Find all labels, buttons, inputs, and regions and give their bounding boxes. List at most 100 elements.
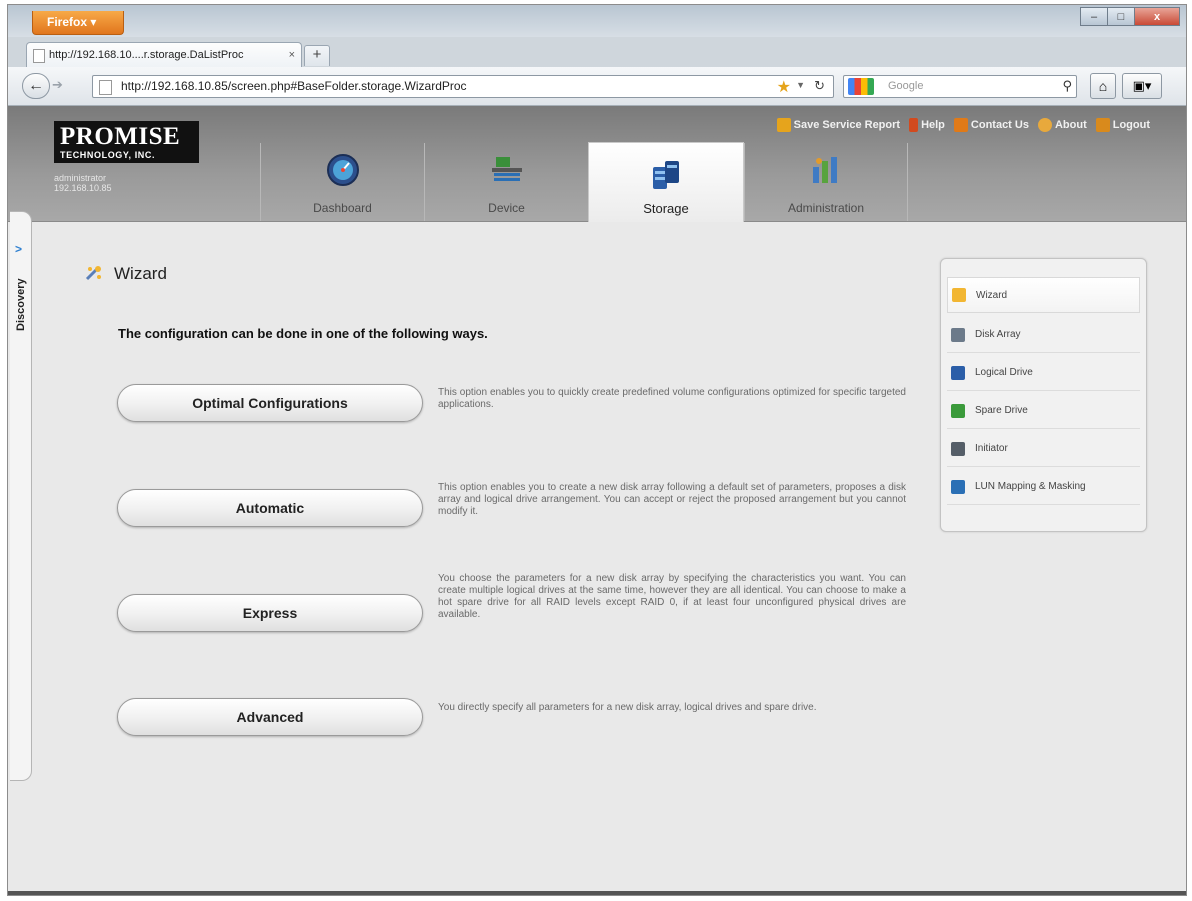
forward-button[interactable]: ➔ [52,77,63,93]
intro-text: The configuration can be done in one of … [118,326,488,341]
advanced-button[interactable]: Advanced [117,698,423,736]
reload-icon[interactable]: ↻ [814,78,825,94]
link-label: About [1054,119,1087,131]
tab-close-icon[interactable]: × [289,43,295,67]
bookmark-star-icon[interactable]: ★ [777,77,791,97]
link-label: Save Service Report [793,119,901,131]
administration-icon [813,157,837,183]
browser-tab[interactable]: http://192.168.10....r.storage.DaListPro… [26,42,302,68]
tools-menu-button[interactable]: ▣▾ [1122,73,1162,99]
page-icon [99,80,112,95]
chevron-right-icon[interactable]: > [15,242,22,256]
side-item-lun-mapping[interactable]: LUN Mapping & Masking [947,469,1140,505]
advanced-description: You directly specify all parameters for … [438,702,817,713]
bottom-strip [8,891,1186,895]
phone-icon [953,118,968,132]
home-icon: ⌂ [1098,78,1108,94]
browser-window: Firefox ▾ – □ x http://192.168.10....r.s… [7,4,1187,896]
search-engine-icon[interactable] [848,78,874,95]
tab-dashboard[interactable]: Dashboard [260,143,424,221]
tab-label: Device [488,201,525,215]
express-button[interactable]: Express [117,594,423,632]
optimal-configurations-button[interactable]: Optimal Configurations [117,384,423,422]
window-controls: – □ x [1080,7,1180,29]
side-item-label: Initiator [975,443,1008,454]
logout-icon [1095,118,1110,132]
device-icon [491,157,522,181]
browser-tab-title: http://192.168.10....r.storage.DaListPro… [49,49,244,61]
header-links: Save Service Report Help Contact Us Abou… [768,118,1150,132]
tab-label: Administration [787,201,865,215]
page-icon [33,49,45,63]
about-link[interactable]: About [1037,118,1087,132]
back-button[interactable]: ← [22,73,50,99]
forward-arrow-icon: ➔ [52,77,63,92]
username: administrator [54,173,107,183]
spare-drive-icon [951,403,965,418]
side-item-logical-drive[interactable]: Logical Drive [947,355,1140,391]
address-bar[interactable]: http://192.168.10.85/screen.php#BaseFold… [92,75,834,98]
help-link[interactable]: Help [909,118,945,132]
initiator-icon [951,441,965,456]
search-bar[interactable]: Google ⚲ [843,75,1077,98]
tab-label: Storage [643,201,689,216]
logo-subtext: TECHNOLOGY, INC. [60,150,156,160]
side-item-initiator[interactable]: Initiator [947,431,1140,467]
minimize-button[interactable]: – [1080,7,1108,26]
search-icon[interactable]: ⚲ [1062,78,1072,94]
wizard-icon [85,266,101,281]
link-label: Contact Us [970,119,1029,131]
disk-array-icon [951,327,965,342]
automatic-button[interactable]: Automatic [117,489,423,527]
search-placeholder: Google [888,80,924,92]
automatic-description: This option enables you to create a new … [438,482,906,517]
back-arrow-icon: ← [28,77,44,94]
side-item-wizard[interactable]: Wizard [947,277,1140,313]
home-button[interactable]: ⌂ [1090,73,1116,99]
browser-navbar: ← ➔ http://192.168.10.85/screen.php#Base… [8,67,1186,106]
lun-mapping-icon [951,479,965,494]
firefox-menu-button[interactable]: Firefox ▾ [32,11,124,35]
save-service-report-link[interactable]: Save Service Report [776,118,901,132]
logo-text: PROMISE [60,123,181,150]
logout-link[interactable]: Logout [1095,118,1150,132]
contact-us-link[interactable]: Contact Us [953,118,1029,132]
page-title: Wizard [114,264,167,283]
discovery-label: Discovery [15,278,27,331]
address-bar-url[interactable]: http://192.168.10.85/screen.php#BaseFold… [121,79,467,93]
close-window-button[interactable]: x [1134,7,1180,26]
tab-label: Dashboard [313,201,372,215]
link-label: Logout [1112,119,1150,131]
tab-administration[interactable]: Administration [744,143,908,221]
storage-side-menu: Wizard Disk Array Logical Drive Spare Dr… [940,258,1147,532]
link-label: Help [921,119,945,131]
page-title-row: Wizard [84,264,167,284]
side-item-disk-array[interactable]: Disk Array [947,317,1140,353]
page-content: PROMISE TECHNOLOGY, INC. administrator 1… [8,106,1186,895]
tab-storage[interactable]: Storage [588,142,744,222]
about-icon [1037,118,1052,132]
ip-address: 192.168.10.85 [54,183,112,193]
logical-drive-icon [951,365,965,380]
side-item-spare-drive[interactable]: Spare Drive [947,393,1140,429]
history-dropdown-icon[interactable]: ▼ [796,80,805,90]
side-item-label: Disk Array [975,329,1021,340]
dashboard-icon [326,154,359,186]
maximize-button[interactable]: □ [1107,7,1135,26]
user-info: administrator 192.168.10.85 [54,173,112,193]
discovery-panel-tab[interactable]: > Discovery [10,211,32,781]
firefox-menu-label: Firefox [47,15,88,29]
app-header: PROMISE TECHNOLOGY, INC. administrator 1… [8,106,1186,222]
side-item-label: Wizard [976,289,1008,301]
window-menu-icon: ▣▾ [1132,78,1152,93]
help-icon [909,118,919,132]
new-tab-button[interactable]: + [304,45,330,66]
main-nav-tabs: Dashboard Device Storage Administration [260,142,908,222]
side-item-label: Spare Drive [975,405,1028,416]
storage-icon [653,161,679,189]
express-description: You choose the parameters for a new disk… [438,573,906,620]
browser-tabstrip: http://192.168.10....r.storage.DaListPro… [8,37,1186,68]
side-item-label: LUN Mapping & Masking [975,481,1086,492]
tab-device[interactable]: Device [424,143,588,221]
optimal-configurations-description: This option enables you to quickly creat… [438,387,906,410]
